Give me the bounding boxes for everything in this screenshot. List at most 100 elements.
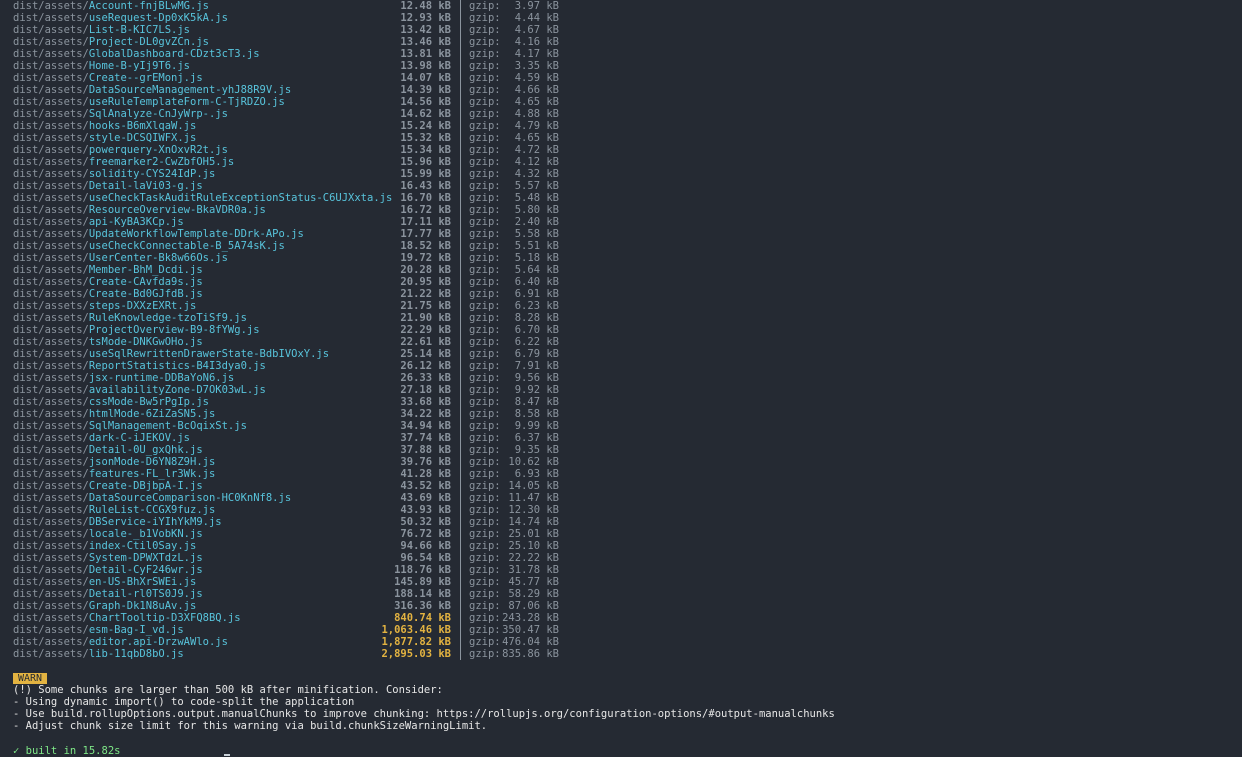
asset-filename: Home-B-yIj9T6.js — [88, 60, 191, 72]
asset-dir: dist/assets/ — [13, 24, 89, 36]
column-separator — [460, 48, 461, 60]
asset-size: 17.77 kB — [400, 228, 451, 240]
asset-size: 15.32 kB — [400, 132, 451, 144]
asset-size: 37.74 kB — [400, 432, 451, 444]
asset-filename: tsMode-DNKGwOHo.js — [88, 336, 203, 348]
asset-path: dist/assets/SqlManagement-BcOqixSt.js — [13, 420, 247, 432]
asset-path: dist/assets/htmlMode-6ZiZaSN5.js — [13, 408, 215, 420]
asset-size: 21.22 kB — [400, 288, 451, 300]
asset-size: 34.22 kB — [400, 408, 451, 420]
asset-size: 33.68 kB — [400, 396, 451, 408]
build-output-row: dist/assets/ResourceOverview-BkaVDR0a.js… — [0, 204, 1242, 216]
asset-size: 37.88 kB — [400, 444, 451, 456]
asset-path: dist/assets/lib-11qbD8bO.js — [13, 648, 184, 660]
asset-dir: dist/assets/ — [13, 444, 89, 456]
asset-size: 20.28 kB — [400, 264, 451, 276]
column-separator — [460, 648, 461, 660]
asset-path: dist/assets/features-FL_lr3Wk.js — [13, 468, 215, 480]
asset-dir: dist/assets/ — [13, 336, 89, 348]
build-output-row: dist/assets/api-KyBA3KCp.js 17.11 kB gzip:… — [0, 216, 1242, 228]
asset-filename: Project-DL0gvZCn.js — [88, 36, 209, 48]
gzip-size: 8.28 kB — [514, 312, 559, 324]
build-output-row: dist/assets/index-Ctil0Say.js 94.66 kB gzi… — [0, 540, 1242, 552]
terminal-window[interactable]: dist/assets/Account-fnjBLwMG.js 12.48 kB g… — [0, 0, 1242, 757]
asset-size: 12.48 kB — [400, 0, 451, 12]
gzip-size: 6.70 kB — [514, 324, 559, 336]
asset-path: dist/assets/style-DCSQIWFX.js — [13, 132, 196, 144]
asset-path: dist/assets/GlobalDashboard-CDzt3cT3.js — [13, 48, 260, 60]
build-output-row: dist/assets/Account-fnjBLwMG.js 12.48 kB g… — [0, 0, 1242, 12]
build-output-row: dist/assets/GlobalDashboard-CDzt3cT3.js 1… — [0, 48, 1242, 60]
asset-size: 14.07 kB — [400, 72, 451, 84]
asset-path: dist/assets/cssMode-Bw5rPgIp.js — [13, 396, 209, 408]
build-output-row: dist/assets/ReportStatistics-B4I3dya0.js… — [0, 360, 1242, 372]
asset-dir: dist/assets/ — [13, 552, 89, 564]
asset-dir: dist/assets/ — [13, 168, 89, 180]
gzip-size: 10.62 kB — [508, 456, 559, 468]
warning-line: - Using dynamic import() to code-split t… — [13, 696, 355, 708]
warn-badge: WARN — [13, 673, 48, 684]
asset-dir: dist/assets/ — [13, 12, 89, 24]
asset-filename: List-B-KIC7LS.js — [88, 24, 191, 36]
asset-dir: dist/assets/ — [13, 120, 89, 132]
column-separator — [460, 384, 461, 396]
build-output-row: dist/assets/Home-B-yIj9T6.js 13.98 kB gzip… — [0, 60, 1242, 72]
gzip-size: 4.65 kB — [514, 96, 559, 108]
asset-path: dist/assets/Account-fnjBLwMG.js — [13, 0, 209, 12]
asset-filename: powerquery-XnOxvR2t.js — [88, 144, 228, 156]
gzip-size: 8.47 kB — [514, 396, 559, 408]
asset-path: dist/assets/index-Ctil0Say.js — [13, 540, 196, 552]
asset-size: 15.34 kB — [400, 144, 451, 156]
asset-dir: dist/assets/ — [13, 84, 89, 96]
column-separator — [460, 420, 461, 432]
asset-size: 17.11 kB — [400, 216, 451, 228]
column-separator — [460, 444, 461, 456]
asset-dir: dist/assets/ — [13, 492, 89, 504]
asset-path: dist/assets/Create-Bd0GJfdB.js — [13, 288, 203, 300]
asset-path: dist/assets/UpdateWorkflowTemplate-DDrk-… — [13, 228, 304, 240]
column-separator — [460, 504, 461, 516]
build-output-row: dist/assets/useSqlRewrittenDrawerState-B… — [0, 348, 1242, 360]
column-separator — [460, 552, 461, 564]
column-separator — [460, 240, 461, 252]
asset-size: 22.29 kB — [400, 324, 451, 336]
asset-dir: dist/assets/ — [13, 384, 89, 396]
asset-filename: index-Ctil0Say.js — [88, 540, 197, 552]
asset-dir: dist/assets/ — [13, 252, 89, 264]
build-output-row: dist/assets/useRuleTemplateForm-C-TjRDZO… — [0, 96, 1242, 108]
gzip-size: 58.29 kB — [508, 588, 559, 600]
gzip-size: 5.58 kB — [514, 228, 559, 240]
asset-path: dist/assets/Member-BhM_Dcdi.js — [13, 264, 203, 276]
gzip-size: 22.22 kB — [508, 552, 559, 564]
gzip-size: 4.65 kB — [514, 132, 559, 144]
asset-size: 39.76 kB — [400, 456, 451, 468]
gzip-size: 8.58 kB — [514, 408, 559, 420]
column-separator — [460, 108, 461, 120]
build-output-row: dist/assets/tsMode-DNKGwOHo.js 22.61 kB gz… — [0, 336, 1242, 348]
asset-size: 21.75 kB — [400, 300, 451, 312]
build-output-row: dist/assets/powerquery-XnOxvR2t.js 15.34 … — [0, 144, 1242, 156]
gzip-size: 6.23 kB — [514, 300, 559, 312]
asset-path: dist/assets/editor.api-DrzwAWlo.js — [13, 636, 228, 648]
asset-filename: hooks-B6mXlqaW.js — [88, 120, 197, 132]
asset-filename: cssMode-Bw5rPgIp.js — [88, 396, 209, 408]
asset-filename: useSqlRewrittenDrawerState-BdbIVOxY.js — [88, 348, 330, 360]
asset-filename: useCheckConnectable-B_5A74sK.js — [88, 240, 285, 252]
asset-size: 316.36 kB — [394, 600, 451, 612]
asset-path: dist/assets/tsMode-DNKGwOHo.js — [13, 336, 203, 348]
gzip-size: 4.72 kB — [514, 144, 559, 156]
build-output-row: dist/assets/availabilityZone-D7OK03wL.js… — [0, 384, 1242, 396]
gzip-size: 4.79 kB — [514, 120, 559, 132]
build-output-row: dist/assets/editor.api-DrzwAWlo.js 1,877.… — [0, 636, 1242, 648]
gzip-size: 4.44 kB — [514, 12, 559, 24]
column-separator — [460, 168, 461, 180]
asset-size: 20.95 kB — [400, 276, 451, 288]
asset-dir: dist/assets/ — [13, 264, 89, 276]
build-output-row: dist/assets/esm-Bag-I_vd.js 1,063.46 kB gz… — [0, 624, 1242, 636]
gzip-size: 12.30 kB — [508, 504, 559, 516]
build-output-row: dist/assets/ChartTooltip-D3XFQ8BQ.js 840.… — [0, 612, 1242, 624]
asset-size: 43.52 kB — [400, 480, 451, 492]
asset-dir: dist/assets/ — [13, 516, 89, 528]
column-separator — [460, 132, 461, 144]
build-output-row: dist/assets/useRequest-Dp0xK5kA.js 12.93 … — [0, 12, 1242, 24]
